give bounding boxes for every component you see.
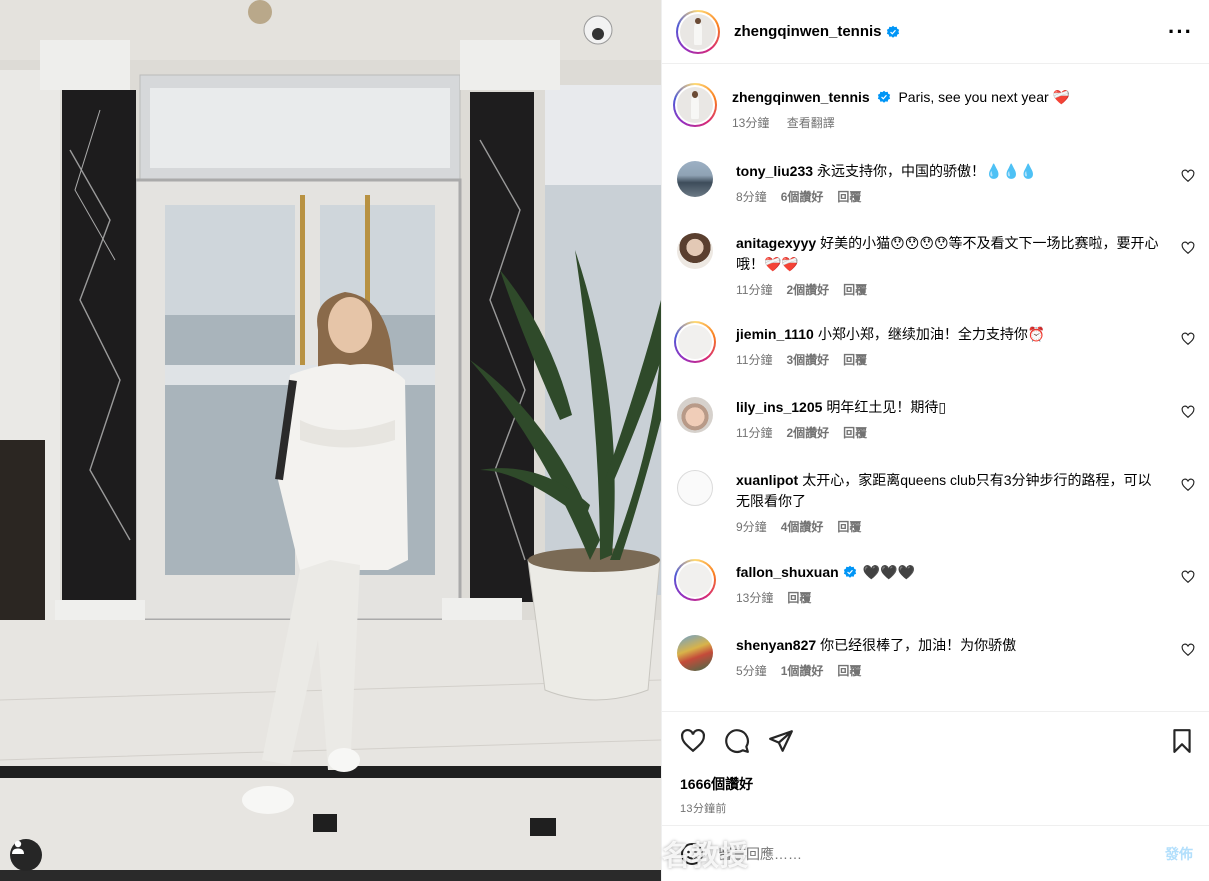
comment-username[interactable]: shenyan827	[736, 637, 816, 653]
reply-button[interactable]: 回覆	[837, 520, 861, 534]
share-icon[interactable]	[768, 728, 794, 754]
commenter-avatar[interactable]	[677, 397, 713, 433]
comment-username[interactable]: fallon_shuxuan	[736, 564, 839, 580]
comment-time: 9分鐘	[736, 520, 767, 534]
comment-like-heart-icon[interactable]	[1181, 643, 1195, 657]
comment-text: 永远支持你，中国的骄傲！💧💧💧	[817, 163, 1038, 179]
comments-list[interactable]: zhengqinwen_tennis Paris, see you next y…	[662, 65, 1209, 711]
comment-username[interactable]: jiemin_1110	[736, 326, 814, 342]
reply-button[interactable]: 回覆	[787, 591, 811, 605]
post-timestamp: 13分鐘前	[680, 803, 727, 815]
comment-like-heart-icon[interactable]	[1181, 332, 1195, 346]
comment-like-heart-icon[interactable]	[1181, 570, 1195, 584]
caption-line: zhengqinwen_tennis Paris, see you next y…	[732, 87, 1165, 108]
see-translation-link[interactable]: 查看翻譯	[787, 116, 835, 130]
comment-like-heart-icon[interactable]	[1181, 169, 1195, 183]
more-options-icon[interactable]: ···	[1168, 20, 1193, 43]
commenter-avatar[interactable]	[674, 559, 716, 601]
comment-username[interactable]: anitagexyyy	[736, 235, 816, 251]
post-photo[interactable]	[0, 0, 661, 881]
comment-time: 8分鐘	[736, 190, 767, 204]
reply-button[interactable]: 回覆	[843, 283, 867, 297]
comment-like-count[interactable]: 3個讚好	[786, 353, 829, 367]
comment-like-count[interactable]: 6個讚好	[781, 190, 824, 204]
comment-like-heart-icon[interactable]	[1181, 478, 1195, 492]
post-actions: 1666個讚好 13分鐘前	[662, 711, 1209, 825]
comment-row: fallon_shuxuan 🖤🖤🖤 13分鐘 回覆	[674, 559, 1195, 606]
heart-icon[interactable]	[680, 728, 706, 754]
comment-text: 你已经很棒了，加油！为你骄傲	[820, 637, 1017, 653]
comment-username[interactable]: xuanlipot	[736, 472, 798, 488]
caption-text: Paris, see you next year ❤️‍🩹	[898, 89, 1070, 105]
caption-username[interactable]: zhengqinwen_tennis	[732, 89, 870, 105]
comment-row: lily_ins_1205 明年红土见！期待▯ 11分鐘 2個讚好 回覆	[677, 397, 1195, 441]
comment-time: 11分鐘	[736, 353, 773, 367]
comment-time: 11分鐘	[736, 426, 773, 440]
comment-row: jiemin_1110 小郑小郑，继续加油！全力支持你⏰ 11分鐘 3個讚好 回覆	[674, 321, 1195, 368]
caption-avatar[interactable]	[673, 83, 717, 127]
reply-button[interactable]: 回覆	[837, 664, 861, 678]
comment-time: 11分鐘	[736, 283, 773, 297]
verified-badge-icon	[843, 565, 856, 578]
bookmark-icon[interactable]	[1169, 728, 1195, 754]
comment-row: anitagexyyy 好美的小猫😯😯😯😯等不及看文下一场比赛啦，要开心哦！❤️‍…	[677, 233, 1195, 298]
verified-badge-icon	[886, 25, 899, 38]
comment-row: tony_liu233 永远支持你，中国的骄傲！💧💧💧 8分鐘 6個讚好 回覆	[677, 161, 1195, 205]
caption-meta: 13分鐘 查看翻譯	[732, 114, 1165, 131]
likes-count[interactable]: 1666個讚好	[680, 774, 1195, 794]
author-avatar[interactable]	[676, 9, 720, 54]
comment-text: 小郑小郑，继续加油！全力支持你⏰	[817, 326, 1046, 342]
comment-like-count[interactable]: 2個讚好	[786, 426, 829, 440]
comment-username[interactable]: lily_ins_1205	[736, 399, 822, 415]
commenter-avatar[interactable]	[677, 635, 713, 671]
comment-time: 13分鐘	[736, 591, 774, 605]
author-username[interactable]: zhengqinwen_tennis	[734, 23, 882, 40]
emoji-icon[interactable]	[680, 842, 704, 866]
verified-badge-icon	[877, 90, 890, 103]
comment-text: 明年红土见！期待▯	[826, 399, 947, 415]
comment-username[interactable]: tony_liu233	[736, 163, 813, 179]
comment-composer: 發佈	[662, 825, 1209, 881]
reply-button[interactable]: 回覆	[843, 353, 867, 367]
caption-row: zhengqinwen_tennis Paris, see you next y…	[673, 83, 1195, 131]
reply-button[interactable]: 回覆	[837, 190, 861, 204]
commenter-avatar[interactable]	[677, 470, 713, 506]
tagged-user-icon[interactable]	[10, 839, 42, 871]
photo-scene	[0, 0, 661, 881]
reply-button[interactable]: 回覆	[843, 426, 867, 440]
comment-like-heart-icon[interactable]	[1181, 405, 1195, 419]
comment-icon[interactable]	[724, 728, 750, 754]
post-comment-button[interactable]: 發佈	[1165, 844, 1193, 864]
commenter-avatar[interactable]	[677, 161, 713, 197]
commenter-avatar[interactable]	[674, 321, 716, 363]
comment-row: shenyan827 你已经很棒了，加油！为你骄傲 5分鐘 1個讚好 回覆	[677, 635, 1195, 679]
caption-time: 13分鐘	[732, 116, 770, 130]
post-header: zhengqinwen_tennis ···	[662, 0, 1209, 64]
commenter-avatar[interactable]	[677, 233, 713, 269]
comment-like-count[interactable]: 2個讚好	[786, 283, 829, 297]
comment-like-count[interactable]: 4個讚好	[781, 520, 824, 534]
comment-like-heart-icon[interactable]	[1181, 241, 1195, 255]
post-side-panel: zhengqinwen_tennis ··· zhengqinwen_tenni…	[661, 0, 1209, 881]
comment-text: 太开心，家距离queens club只有3分钟步行的路程，可以无限看你了	[736, 472, 1152, 509]
comment-text: 🖤🖤🖤	[862, 564, 915, 580]
comment-row: xuanlipot 太开心，家距离queens club只有3分钟步行的路程，可以…	[677, 470, 1195, 535]
comment-input[interactable]	[718, 845, 1165, 862]
comment-time: 5分鐘	[736, 664, 767, 678]
comment-like-count[interactable]: 1個讚好	[781, 664, 824, 678]
